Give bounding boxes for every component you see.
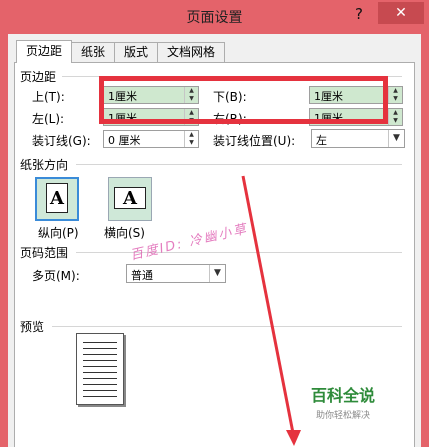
landscape-label: 横向(S) bbox=[104, 226, 145, 240]
gutter-position-select[interactable]: 左 ▼ bbox=[311, 129, 405, 148]
site-logo: 百科全说 助你轻松解决 bbox=[311, 382, 375, 421]
tab-margins[interactable]: 页边距 bbox=[16, 40, 73, 63]
landscape-page-icon: A bbox=[114, 187, 146, 209]
multi-page-value: 普通 bbox=[131, 269, 153, 282]
preview-section-label: 预览 bbox=[20, 320, 45, 334]
pages-section-label: 页码范围 bbox=[20, 246, 69, 260]
title-bar[interactable]: 页面设置 ? ✕ bbox=[0, 0, 429, 34]
portrait-page-icon: A bbox=[46, 183, 68, 213]
gutter-label: 装订线(G): bbox=[32, 134, 91, 148]
orientation-section-label: 纸张方向 bbox=[20, 158, 69, 172]
spin-down-icon[interactable]: ▼ bbox=[389, 117, 402, 125]
multi-page-label: 多页(M): bbox=[32, 269, 80, 283]
margins-section-label: 页边距 bbox=[20, 70, 57, 84]
spin-up-icon[interactable]: ▲ bbox=[389, 109, 402, 117]
multi-page-select[interactable]: 普通 ▼ bbox=[126, 264, 226, 283]
gutter-stepper[interactable]: 0 厘米 ▲ ▼ bbox=[103, 130, 199, 148]
logo-sub-text: 助你轻松解决 bbox=[316, 411, 371, 421]
spin-down-icon[interactable]: ▼ bbox=[389, 95, 402, 103]
orientation-separator bbox=[76, 164, 402, 165]
tab-doc-grid[interactable]: 文档网格 bbox=[157, 42, 226, 62]
gutter-position-label: 装订线位置(U): bbox=[213, 134, 296, 148]
close-icon: ✕ bbox=[395, 5, 407, 21]
preview-separator bbox=[52, 326, 402, 327]
tab-layout[interactable]: 版式 bbox=[114, 42, 159, 62]
page-preview bbox=[76, 333, 124, 405]
gutter-value: 0 厘米 bbox=[108, 134, 141, 147]
chevron-down-icon[interactable]: ▼ bbox=[209, 265, 225, 282]
spin-up-icon[interactable]: ▲ bbox=[185, 131, 198, 139]
landscape-button[interactable]: A bbox=[108, 177, 152, 221]
gutter-position-value: 左 bbox=[316, 134, 327, 147]
tab-paper[interactable]: 纸张 bbox=[71, 42, 116, 62]
highlight-box bbox=[99, 76, 388, 124]
top-margin-label: 上(T): bbox=[32, 90, 65, 104]
chevron-down-icon[interactable]: ▼ bbox=[388, 130, 404, 147]
close-button[interactable]: ✕ bbox=[378, 2, 424, 24]
left-margin-label: 左(L): bbox=[32, 112, 65, 126]
portrait-button[interactable]: A bbox=[35, 177, 79, 221]
portrait-label: 纵向(P) bbox=[38, 226, 79, 240]
logo-main-text: 百科全说 bbox=[311, 386, 376, 405]
spin-up-icon[interactable]: ▲ bbox=[389, 87, 402, 95]
tab-bar: 页边距 纸张 版式 文档网格 bbox=[16, 40, 226, 63]
spin-down-icon[interactable]: ▼ bbox=[185, 139, 198, 147]
help-button[interactable]: ? bbox=[348, 4, 370, 24]
pages-separator bbox=[76, 252, 402, 253]
